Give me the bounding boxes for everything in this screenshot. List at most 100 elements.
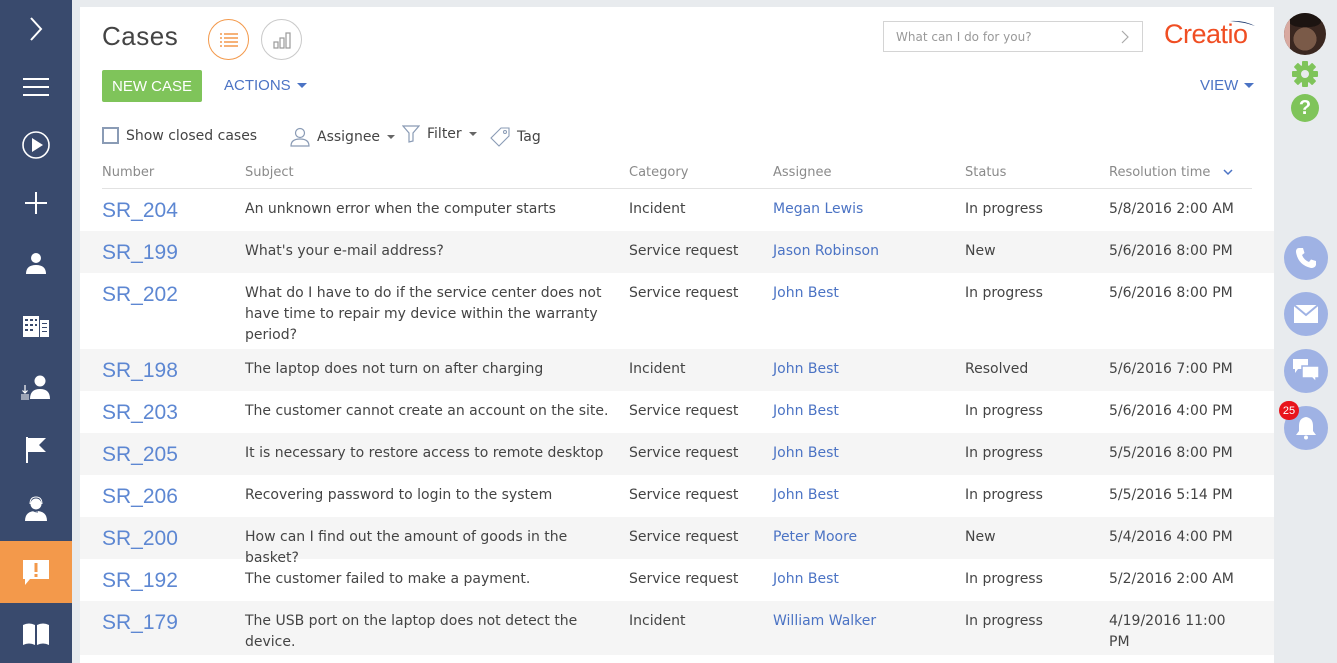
case-number-link[interactable]: SR_203 (102, 402, 178, 423)
tag-icon (490, 127, 510, 147)
column-header-subject[interactable]: Subject (245, 165, 294, 180)
new-case-button[interactable]: NEW CASE (102, 70, 202, 102)
case-category: Service request (629, 243, 739, 259)
table-row[interactable]: SR_179 The USB port on the laptop does n… (80, 601, 1274, 655)
case-subject: The laptop does not turn on after chargi… (245, 361, 544, 377)
case-resolution-time: 5/2/2016 2:00 AM (1109, 571, 1234, 587)
case-assignee-link[interactable]: John Best (773, 569, 839, 590)
nav-knowledge-base[interactable] (0, 605, 72, 663)
table-row[interactable]: SR_200 How can I find out the amount of … (80, 517, 1274, 566)
case-assignee-link[interactable]: John Best (773, 359, 839, 380)
show-closed-cases-checkbox[interactable]: Show closed cases (102, 127, 257, 144)
column-header-category[interactable]: Category (629, 165, 688, 180)
envelope-icon (1294, 305, 1318, 323)
case-number-link[interactable]: SR_198 (102, 360, 178, 381)
chat-button[interactable] (1284, 349, 1328, 393)
case-assignee-link[interactable]: John Best (773, 401, 839, 422)
case-status: In progress (965, 487, 1043, 503)
column-header-status[interactable]: Status (965, 165, 1006, 180)
nav-cases[interactable] (0, 541, 72, 603)
table-row[interactable]: SR_202 What do I have to do if the servi… (80, 273, 1274, 349)
gear-icon[interactable] (1291, 60, 1319, 88)
nav-menu[interactable] (0, 58, 72, 116)
table-body: SR_204 An unknown error when the compute… (80, 189, 1274, 655)
case-subject: Recovering password to login to the syst… (245, 487, 553, 503)
case-status: In progress (965, 285, 1043, 301)
chevron-right-icon[interactable] (1120, 30, 1130, 44)
email-button[interactable] (1284, 292, 1328, 336)
case-status: In progress (965, 445, 1043, 461)
case-assignee-link[interactable]: John Best (773, 485, 839, 506)
table-row[interactable]: SR_199 What's your e-mail address? Servi… (80, 231, 1274, 273)
analytics-view-button[interactable] (261, 19, 302, 60)
table-row[interactable]: SR_205 It is necessary to restore access… (80, 433, 1274, 475)
case-number-link[interactable]: SR_199 (102, 242, 178, 263)
case-number-link[interactable]: SR_200 (102, 528, 178, 549)
funnel-icon (402, 125, 420, 143)
caret-down-icon (468, 132, 477, 136)
nav-contacts[interactable] (0, 234, 72, 292)
case-subject: An unknown error when the computer start… (245, 201, 556, 217)
logo-swoosh-icon (1230, 20, 1255, 26)
nav-accounts[interactable] (0, 297, 72, 355)
nav-milestones[interactable] (0, 421, 72, 479)
view-label: VIEW (1200, 77, 1239, 94)
case-category: Service request (629, 571, 739, 587)
assignee-filter[interactable]: Assignee (290, 127, 396, 147)
case-category: Service request (629, 285, 739, 301)
user-avatar[interactable] (1284, 13, 1326, 55)
actions-dropdown[interactable]: ACTIONS (224, 77, 307, 94)
case-status: In progress (965, 571, 1043, 587)
filter-label: Filter (427, 126, 462, 142)
nav-add[interactable] (0, 174, 72, 232)
building-icon (23, 316, 49, 337)
case-assignee-link[interactable]: Jason Robinson (773, 241, 879, 262)
table-row[interactable]: SR_204 An unknown error when the compute… (80, 189, 1274, 231)
case-category: Service request (629, 445, 739, 461)
alert-bubble-icon (23, 560, 49, 585)
case-number-link[interactable]: SR_192 (102, 570, 178, 591)
table-row[interactable]: SR_198 The laptop does not turn on after… (80, 349, 1274, 391)
column-header-resolution-time[interactable]: Resolution time (1109, 165, 1233, 180)
case-subject: What's your e-mail address? (245, 243, 444, 259)
table-row[interactable]: SR_206 Recovering password to login to t… (80, 475, 1274, 517)
nav-agent-desktop[interactable] (0, 480, 72, 538)
bar-chart-icon (272, 31, 291, 49)
nav-run-process[interactable] (0, 116, 72, 174)
table-row[interactable]: SR_192 The customer failed to make a pay… (80, 559, 1274, 601)
case-resolution-time: 5/6/2016 7:00 PM (1109, 361, 1233, 377)
nav-leads[interactable] (0, 358, 72, 416)
case-assignee-link[interactable]: John Best (773, 283, 839, 304)
column-header-number[interactable]: Number (102, 165, 154, 180)
case-assignee-link[interactable]: Peter Moore (773, 527, 857, 548)
case-assignee-link[interactable]: William Walker (773, 611, 876, 632)
case-number-link[interactable]: SR_202 (102, 284, 178, 305)
main-panel: Cases NEW CASE ACTIONS Creatio VIEW Show… (80, 7, 1274, 663)
checkbox[interactable] (102, 127, 119, 144)
case-resolution-time: 5/4/2016 4:00 PM (1109, 529, 1233, 545)
list-view-button[interactable] (208, 19, 249, 60)
flag-icon (26, 437, 46, 463)
command-search[interactable] (883, 21, 1143, 52)
column-header-assignee[interactable]: Assignee (773, 165, 832, 180)
help-icon[interactable]: ? (1291, 94, 1319, 122)
table-row[interactable]: SR_203 The customer cannot create an acc… (80, 391, 1274, 433)
view-dropdown[interactable]: VIEW (1200, 77, 1255, 94)
case-number-link[interactable]: SR_206 (102, 486, 178, 507)
assignee-filter-label: Assignee (317, 129, 381, 145)
case-number-link[interactable]: SR_179 (102, 612, 178, 633)
call-button[interactable] (1284, 236, 1328, 280)
case-subject: The customer failed to make a payment. (245, 571, 531, 587)
case-subject: What do I have to do if the service cent… (245, 285, 602, 343)
nav-expand[interactable] (0, 0, 72, 58)
case-assignee-link[interactable]: Megan Lewis (773, 199, 863, 220)
tag-button[interactable]: Tag (490, 127, 541, 147)
case-number-link[interactable]: SR_204 (102, 200, 178, 221)
case-assignee-link[interactable]: John Best (773, 443, 839, 464)
case-subject: The USB port on the laptop does not dete… (245, 613, 578, 650)
filter-dropdown[interactable]: Filter (402, 125, 477, 143)
case-number-link[interactable]: SR_205 (102, 444, 178, 465)
command-search-input[interactable] (896, 29, 1106, 44)
sort-descending-icon[interactable] (1223, 169, 1233, 176)
chat-bubbles-icon (1293, 359, 1319, 383)
